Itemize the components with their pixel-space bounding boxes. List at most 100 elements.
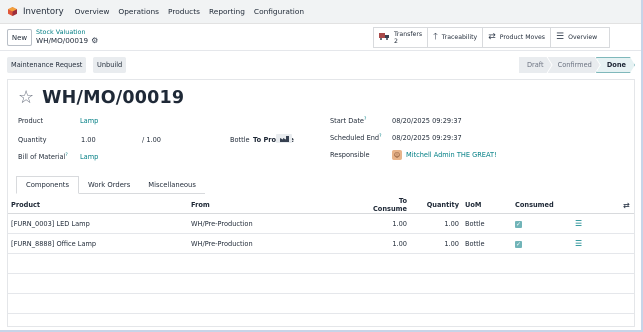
product-label: Product — [18, 117, 44, 125]
nav-overview[interactable]: Overview — [75, 7, 110, 16]
transfers-count: 2 — [394, 37, 398, 45]
cell-product[interactable]: [FURN_8888] Office Lamp — [8, 233, 188, 254]
overview-button[interactable]: ☰ Overview — [551, 28, 609, 47]
status-step-draft[interactable]: Draft — [519, 57, 552, 73]
cell-consumed: ✓ — [512, 213, 572, 234]
cell-empty — [620, 213, 634, 234]
quantity-label: Quantity — [18, 136, 47, 144]
app-brand[interactable]: Inventory — [23, 7, 64, 17]
tab-miscellaneous[interactable]: Miscellaneous — [139, 176, 205, 194]
list-icon[interactable]: ☰ — [575, 219, 582, 228]
cell-uom: Bottle — [462, 233, 512, 254]
cell-uom: Bottle — [462, 213, 512, 234]
avatar: ☺ — [392, 150, 402, 160]
cell-detail: ☰ — [572, 213, 620, 234]
exchange-icon: ⇄ — [488, 32, 496, 42]
nav-products[interactable]: Products — [168, 7, 200, 16]
tab-components[interactable]: Components — [16, 176, 80, 194]
start-date-label: Start Date? — [330, 117, 366, 125]
cell-to-consume: 1.00 — [360, 233, 410, 254]
col-quantity[interactable]: Quantity — [410, 197, 462, 214]
form-sheet: ☆ WH/MO/00019 Product Lamp Quantity 1.00… — [7, 79, 635, 327]
cell-detail: ☰ — [572, 233, 620, 254]
cell-to-consume: 1.00 — [360, 213, 410, 234]
maintenance-request-button[interactable]: Maintenance Request — [7, 57, 87, 73]
transfers-label: Transfers — [394, 30, 423, 38]
gear-icon[interactable]: ⚙ — [91, 36, 98, 45]
cell-from[interactable]: WH/Pre-Production — [188, 233, 360, 254]
col-empty — [572, 197, 620, 214]
scheduled-end-field[interactable]: 08/20/2025 09:29:37 — [392, 134, 462, 142]
responsible-label: Responsible — [330, 151, 370, 159]
star-icon[interactable]: ☆ — [18, 89, 34, 107]
factory-icon[interactable] — [276, 134, 292, 143]
col-uom[interactable]: UoM — [462, 197, 512, 214]
col-consumed[interactable]: Consumed — [512, 197, 572, 214]
record-name: WH/MO/00019 — [42, 88, 185, 108]
empty-row — [8, 293, 634, 314]
empty-row — [8, 253, 634, 274]
table-row[interactable]: [FURN_0003] LED Lamp WH/Pre-Production 1… — [8, 213, 634, 234]
uom-field[interactable]: Bottle — [230, 136, 250, 144]
product-moves-label: Product Moves — [499, 34, 546, 41]
help-mark[interactable]: ? — [364, 117, 366, 122]
new-button[interactable]: New — [7, 29, 32, 46]
status-bar: Maintenance Request Unbuild Draft Confir… — [7, 57, 635, 73]
empty-row — [8, 273, 634, 294]
status-step-confirmed[interactable]: Confirmed — [548, 57, 600, 73]
col-to-consume[interactable]: To Consume — [360, 197, 410, 214]
cell-from[interactable]: WH/Pre-Production — [188, 213, 360, 234]
quantity-total: / 1.00 — [142, 136, 161, 144]
breadcrumb-current: WH/MO/00019 ⚙ — [36, 36, 98, 45]
transfers-button[interactable]: Transfers 2 — [374, 28, 429, 47]
list-icon[interactable]: ☰ — [575, 239, 582, 248]
bom-field[interactable]: Lamp — [80, 153, 98, 161]
cell-empty — [620, 233, 634, 254]
tab-work-orders[interactable]: Work Orders — [79, 176, 140, 194]
cell-consumed: ✓ — [512, 233, 572, 254]
responsible-field[interactable]: Mitchell Admin THE GREAT! — [406, 151, 497, 159]
record-title: ☆ WH/MO/00019 — [18, 88, 184, 108]
top-navbar: Inventory Overview Operations Products R… — [0, 0, 641, 24]
notebook-tabs: Components Work Orders Miscellaneous — [16, 176, 205, 194]
scheduled-end-label: Scheduled End? — [330, 134, 382, 142]
table-row[interactable]: [FURN_8888] Office Lamp WH/Pre-Productio… — [8, 233, 634, 254]
bom-label-text: Bill of Material — [18, 153, 66, 162]
col-product[interactable]: Product — [8, 197, 188, 214]
traceability-button[interactable]: 🡑 Traceability — [428, 28, 484, 47]
status-steps: Draft Confirmed Done — [519, 57, 635, 73]
consumed-checkbox[interactable]: ✓ — [515, 240, 522, 248]
overview-label: Overview — [568, 34, 598, 41]
bom-label: Bill of Material? — [18, 153, 68, 161]
control-panel: New Stock Valuation WH/MO/00019 ⚙ Transf… — [0, 24, 641, 51]
product-field[interactable]: Lamp — [80, 117, 98, 125]
nav-operations[interactable]: Operations — [118, 7, 159, 16]
truck-icon — [379, 32, 390, 43]
components-table: Product From To Consume Quantity UoM Con… — [8, 197, 634, 314]
table-header-row: Product From To Consume Quantity UoM Con… — [8, 197, 634, 214]
cell-quantity[interactable]: 1.00 — [410, 213, 462, 234]
breadcrumb-parent[interactable]: Stock Valuation — [36, 28, 86, 36]
unbuild-button[interactable]: Unbuild — [93, 57, 127, 73]
inventory-icon[interactable] — [8, 7, 17, 16]
help-mark[interactable]: ? — [379, 134, 381, 139]
nav-configuration[interactable]: Configuration — [254, 7, 304, 16]
status-step-done[interactable]: Done — [596, 57, 635, 73]
cell-product[interactable]: [FURN_0003] LED Lamp — [8, 213, 188, 234]
col-from[interactable]: From — [188, 197, 360, 214]
nav-reporting[interactable]: Reporting — [209, 7, 245, 16]
start-date-field[interactable]: 08/20/2025 09:29:37 — [392, 117, 462, 125]
consumed-checkbox[interactable]: ✓ — [515, 220, 522, 228]
help-mark[interactable]: ? — [65, 153, 67, 158]
traceability-label: Traceability — [441, 34, 478, 41]
arrow-up-icon: 🡑 — [433, 32, 438, 42]
column-settings-icon[interactable]: ⇄ — [620, 197, 634, 214]
list-icon: ☰ — [556, 32, 565, 42]
breadcrumb-current-label: WH/MO/00019 — [36, 36, 89, 45]
scheduled-end-label-text: Scheduled End — [330, 134, 380, 143]
cell-quantity[interactable]: 1.00 — [410, 233, 462, 254]
smart-buttons: Transfers 2 🡑 Traceability ⇄ Product Mov… — [373, 27, 611, 48]
quantity-field[interactable]: 1.00 — [81, 136, 96, 144]
product-moves-button[interactable]: ⇄ Product Moves — [483, 28, 552, 47]
start-date-label-text: Start Date — [330, 117, 364, 126]
